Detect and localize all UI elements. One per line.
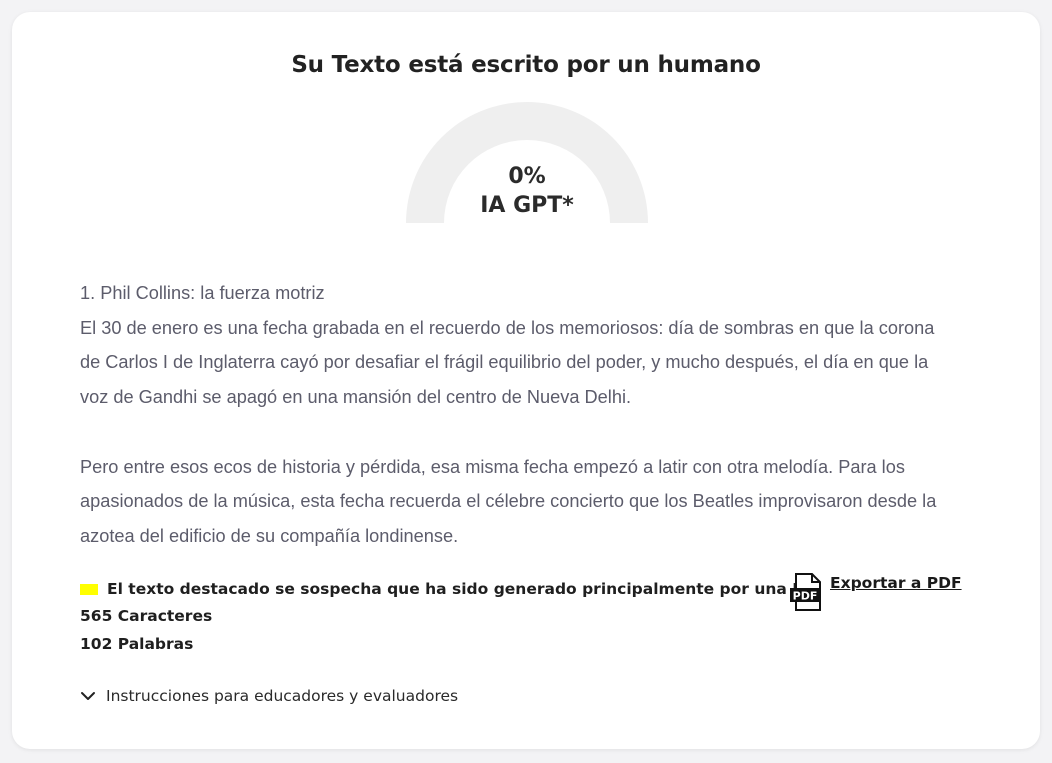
text-line: de Carlos I de Inglaterra cayó por desaf… <box>80 352 929 373</box>
text-line: El 30 de enero es una fecha grabada en e… <box>80 317 935 338</box>
ai-gauge: 0% IA GPT* <box>406 101 648 223</box>
chevron-down-icon <box>81 692 95 700</box>
analyzed-text: 1. Phil Collins: la fuerza motriz El 30 … <box>80 276 980 554</box>
export-pdf-label: Exportar a PDF <box>830 574 962 592</box>
character-count: 565 Caracteres <box>80 607 213 625</box>
pdf-file-icon: PDF <box>790 573 821 611</box>
instructions-label: Instrucciones para educadores y evaluado… <box>106 687 459 705</box>
export-pdf-button[interactable]: PDF Exportar a PDF <box>790 573 962 611</box>
highlight-swatch <box>80 583 98 595</box>
result-card: Su Texto está escrito por un humano 0% I… <box>12 12 1040 749</box>
text-line: azotea del edificio de su compañía londi… <box>80 525 459 546</box>
result-title: Su Texto está escrito por un humano <box>291 52 761 78</box>
pdf-icon-text: PDF <box>793 590 818 603</box>
instructions-toggle[interactable]: Instrucciones para educadores y evaluado… <box>80 687 458 705</box>
text-line: 1. Phil Collins: la fuerza motriz <box>80 283 325 303</box>
text-line: apasionados de la música, esta fecha rec… <box>80 491 937 512</box>
ai-percentage: 0% <box>508 164 546 189</box>
text-line: Pero entre esos ecos de historia y pérdi… <box>80 456 905 477</box>
ai-gauge-label: IA GPT* <box>480 193 574 218</box>
word-count: 102 Palabras <box>80 635 194 653</box>
highlight-legend-text: El texto destacado se sospecha que ha si… <box>107 580 819 598</box>
text-line: voz de Gandhi se apagó en una mansión de… <box>80 387 632 408</box>
highlight-legend: El texto destacado se sospecha que ha si… <box>80 578 818 600</box>
